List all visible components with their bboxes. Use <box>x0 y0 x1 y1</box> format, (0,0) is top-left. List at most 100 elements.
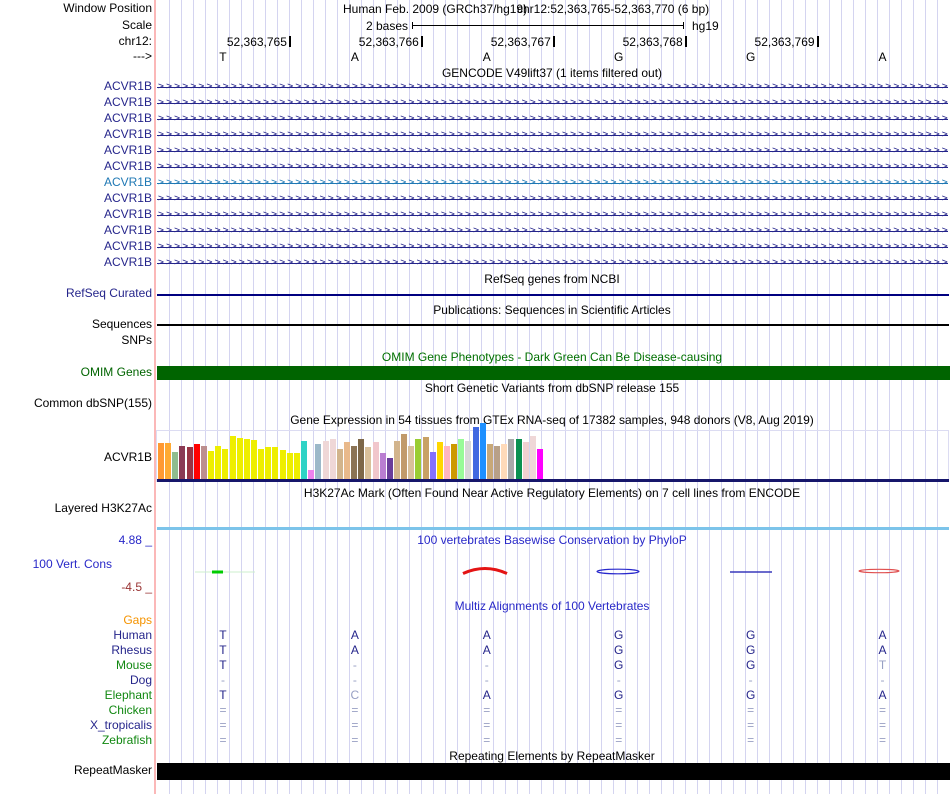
gtex-tissue-bar[interactable] <box>529 436 536 479</box>
gtex-tissue-bar[interactable] <box>336 449 343 479</box>
gtex-tissue-bar[interactable] <box>193 444 200 479</box>
multiz-species-label[interactable]: Zebrafish <box>0 734 152 747</box>
gtex-tissue-bar[interactable] <box>200 446 207 479</box>
gencode-gene-item[interactable]: >>>>>>>>>>>>>>>>>>>>>>>>>>>>>>>>>>>>>>>>… <box>157 242 948 253</box>
gtex-tissue-bar[interactable] <box>322 441 329 479</box>
gtex-tissue-bar[interactable] <box>250 440 257 479</box>
publications-item[interactable] <box>157 324 949 326</box>
gencode-gene-item[interactable]: >>>>>>>>>>>>>>>>>>>>>>>>>>>>>>>>>>>>>>>>… <box>157 114 948 125</box>
multiz-species-label[interactable]: X_tropicalis <box>0 719 152 732</box>
gtex-tissue-bar[interactable] <box>379 453 386 479</box>
gtex-tissue-bar[interactable] <box>236 438 243 479</box>
gtex-tissue-bar[interactable] <box>265 447 272 479</box>
gencode-gene-item[interactable]: >>>>>>>>>>>>>>>>>>>>>>>>>>>>>>>>>>>>>>>>… <box>157 258 948 269</box>
gtex-tissue-bar[interactable] <box>179 446 186 479</box>
gencode-gene-item[interactable]: >>>>>>>>>>>>>>>>>>>>>>>>>>>>>>>>>>>>>>>>… <box>157 226 948 237</box>
gtex-tissue-bar[interactable] <box>415 439 422 479</box>
gtex-tissue-bar[interactable] <box>372 442 379 479</box>
gtex-tissue-bar[interactable] <box>301 441 307 479</box>
conservation-signal[interactable] <box>157 560 949 584</box>
gtex-tissue-bar[interactable] <box>501 444 508 479</box>
multiz-species-label[interactable]: Gaps <box>0 614 152 627</box>
dbsnp-label[interactable]: Common dbSNP(155) <box>0 397 152 410</box>
h3k27ac-signal[interactable] <box>157 527 949 530</box>
gtex-tissue-bar[interactable] <box>222 449 229 479</box>
gtex-tissue-bar[interactable] <box>208 451 215 479</box>
gtex-tissue-bar[interactable] <box>472 427 479 479</box>
gtex-tissue-bar[interactable] <box>358 439 365 479</box>
multiz-species-label[interactable]: Rhesus <box>0 644 152 657</box>
gtex-tissue-bar[interactable] <box>515 439 522 479</box>
gtex-tissue-bar[interactable] <box>329 439 336 479</box>
gencode-gene-label[interactable]: ACVR1B <box>0 128 152 141</box>
gencode-gene-label[interactable]: ACVR1B <box>0 208 152 221</box>
gtex-tissue-bar[interactable] <box>465 441 472 479</box>
gencode-gene-label[interactable]: ACVR1B <box>0 256 152 269</box>
gtex-tissue-bar[interactable] <box>458 439 465 479</box>
gtex-tissue-bar[interactable] <box>408 446 415 479</box>
gencode-gene-item[interactable]: >>>>>>>>>>>>>>>>>>>>>>>>>>>>>>>>>>>>>>>>… <box>157 162 948 173</box>
gencode-gene-item[interactable]: >>>>>>>>>>>>>>>>>>>>>>>>>>>>>>>>>>>>>>>>… <box>157 130 948 141</box>
gtex-tissue-bar[interactable] <box>186 447 193 479</box>
gtex-tissue-bar[interactable] <box>286 453 293 479</box>
gtex-tissue-bar[interactable] <box>508 439 515 479</box>
gtex-tissue-bar[interactable] <box>486 444 493 479</box>
gencode-gene-label[interactable]: ACVR1B <box>0 160 152 173</box>
multiz-species-label[interactable]: Chicken <box>0 704 152 717</box>
gencode-gene-label[interactable]: ACVR1B <box>0 240 152 253</box>
gtex-tissue-bar[interactable] <box>258 449 265 479</box>
gencode-gene-item[interactable]: >>>>>>>>>>>>>>>>>>>>>>>>>>>>>>>>>>>>>>>>… <box>157 146 948 157</box>
gtex-tissue-bar[interactable] <box>315 444 322 479</box>
multiz-species-label[interactable]: Elephant <box>0 689 152 702</box>
gtex-tissue-bar[interactable] <box>494 446 501 479</box>
sequences-label[interactable]: Sequences <box>0 318 152 331</box>
gencode-gene-item[interactable]: >>>>>>>>>>>>>>>>>>>>>>>>>>>>>>>>>>>>>>>>… <box>157 178 948 189</box>
multiz-species-label[interactable]: Human <box>0 629 152 642</box>
gtex-tissue-bar[interactable] <box>215 446 222 479</box>
omim-gene-bar[interactable] <box>157 366 950 380</box>
gtex-tissue-bar[interactable] <box>165 443 172 479</box>
gtex-tissue-bar[interactable] <box>436 442 443 479</box>
snps-label[interactable]: SNPs <box>0 334 152 347</box>
gencode-gene-label[interactable]: ACVR1B <box>0 112 152 125</box>
repeatmasker-label[interactable]: RepeatMasker <box>0 764 152 777</box>
gtex-tissue-bar[interactable] <box>444 446 450 479</box>
cons-track-label[interactable]: 100 Vert. Cons <box>0 558 112 571</box>
repeatmasker-element-bar[interactable] <box>157 763 950 780</box>
gencode-gene-label[interactable]: ACVR1B <box>0 176 152 189</box>
gtex-tissue-bar[interactable] <box>401 434 408 479</box>
gtex-tissue-bar[interactable] <box>172 452 179 479</box>
gencode-gene-item[interactable]: >>>>>>>>>>>>>>>>>>>>>>>>>>>>>>>>>>>>>>>>… <box>157 194 948 205</box>
gtex-tissue-bar[interactable] <box>229 436 236 479</box>
gtex-tissue-bar[interactable] <box>279 450 286 479</box>
gtex-tissue-bar[interactable] <box>343 442 350 479</box>
gtex-tissue-bar[interactable] <box>272 447 279 479</box>
gtex-tissue-bar[interactable] <box>308 470 315 479</box>
gtex-tissue-bar[interactable] <box>158 443 164 479</box>
gtex-tissue-bar[interactable] <box>351 446 358 479</box>
gtex-tissue-bar[interactable] <box>479 423 486 479</box>
gencode-gene-label[interactable]: ACVR1B <box>0 224 152 237</box>
refseq-gene-item[interactable] <box>157 294 949 296</box>
gencode-gene-item[interactable]: >>>>>>>>>>>>>>>>>>>>>>>>>>>>>>>>>>>>>>>>… <box>157 210 948 221</box>
gtex-tissue-bar[interactable] <box>365 447 372 479</box>
gtex-tissue-bar[interactable] <box>394 441 400 479</box>
gtex-tissue-bar[interactable] <box>243 439 250 479</box>
multiz-species-label[interactable]: Mouse <box>0 659 152 672</box>
refseq-curated-label[interactable]: RefSeq Curated <box>0 287 152 300</box>
h3k27ac-label[interactable]: Layered H3K27Ac <box>0 502 152 515</box>
gencode-gene-label[interactable]: ACVR1B <box>0 96 152 109</box>
gtex-gene-label[interactable]: ACVR1B <box>0 451 152 464</box>
gencode-gene-label[interactable]: ACVR1B <box>0 144 152 157</box>
gencode-gene-label[interactable]: ACVR1B <box>0 192 152 205</box>
gencode-gene-item[interactable]: >>>>>>>>>>>>>>>>>>>>>>>>>>>>>>>>>>>>>>>>… <box>157 98 948 109</box>
gtex-tissue-bar[interactable] <box>522 442 529 479</box>
gtex-tissue-bar[interactable] <box>293 453 300 479</box>
gencode-gene-item[interactable]: >>>>>>>>>>>>>>>>>>>>>>>>>>>>>>>>>>>>>>>>… <box>157 82 948 93</box>
gtex-tissue-bar[interactable] <box>537 449 543 479</box>
multiz-species-label[interactable]: Dog <box>0 674 152 687</box>
gtex-tissue-bar[interactable] <box>422 437 429 479</box>
omim-genes-label[interactable]: OMIM Genes <box>0 366 152 379</box>
gtex-tissue-bar[interactable] <box>451 444 458 479</box>
gtex-tissue-bar[interactable] <box>386 458 393 479</box>
